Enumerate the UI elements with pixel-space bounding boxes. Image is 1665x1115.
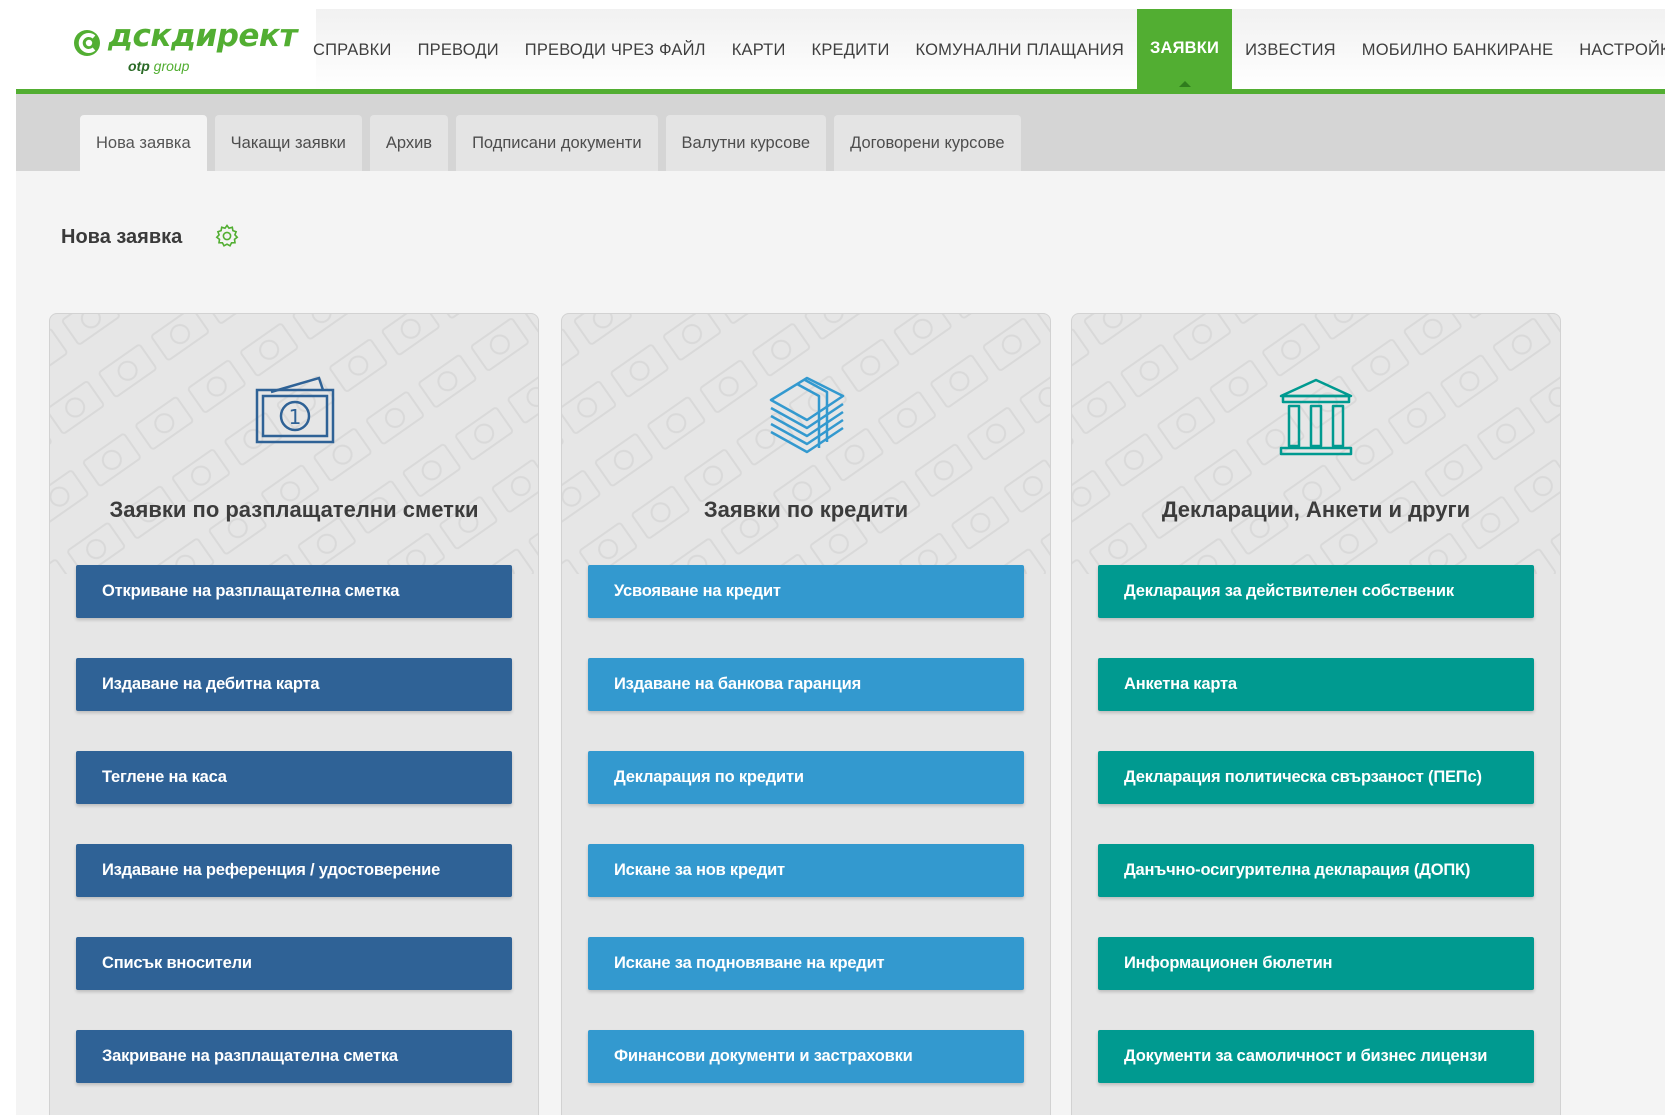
button-list: Откриване на разплащателна сметка Издава… bbox=[76, 565, 512, 1115]
nav-item-prevodi[interactable]: ПРЕВОДИ bbox=[405, 9, 512, 91]
nav-item-prevodi-file[interactable]: ПРЕВОДИ ЧРЕЗ ФАЙЛ bbox=[512, 9, 719, 91]
page-title: Нова заявка bbox=[61, 226, 183, 248]
logo-text: дскдирект bbox=[108, 18, 297, 54]
banknote-icon: 1 bbox=[255, 376, 335, 444]
gear-icon[interactable] bbox=[214, 223, 240, 249]
card-title: Декларации, Анкети и други bbox=[1161, 497, 1471, 522]
subtabs: Нова заявка Чакащи заявки Архив Подписан… bbox=[80, 115, 1021, 171]
tab-pending-requests[interactable]: Чакащи заявки bbox=[214, 115, 362, 171]
close-account-button[interactable]: Закриване на разплащателна сметка bbox=[76, 1030, 512, 1083]
financial-documents-button[interactable]: Финансови документи и застраховки bbox=[588, 1030, 1024, 1083]
issue-reference-button[interactable]: Издаване на референция / удостоверение bbox=[76, 844, 512, 897]
logo-subtext: otp group bbox=[128, 58, 190, 74]
tab-currency-rates[interactable]: Валутни курсове bbox=[665, 115, 827, 171]
svg-text:1: 1 bbox=[289, 405, 302, 429]
information-bulletin-button[interactable]: Информационен бюлетин bbox=[1098, 937, 1534, 990]
cash-withdrawal-button[interactable]: Теглене на каса bbox=[76, 751, 512, 804]
nav-item-spravki[interactable]: СПРАВКИ bbox=[300, 9, 405, 91]
nav-item-zayavki[interactable]: ЗАЯВКИ bbox=[1136, 9, 1233, 91]
credit-declaration-button[interactable]: Декларация по кредити bbox=[588, 751, 1024, 804]
beneficial-owner-declaration-button[interactable]: Декларация за действителен собственик bbox=[1098, 565, 1534, 618]
money-stack-icon bbox=[769, 376, 845, 454]
nav-item-karti[interactable]: КАРТИ bbox=[719, 9, 799, 91]
credit-renewal-button[interactable]: Искане за подновяване на кредит bbox=[588, 937, 1024, 990]
nav-item-nastroyki[interactable]: НАСТРОЙКИ bbox=[1566, 9, 1665, 91]
nav-item-mobilno[interactable]: МОБИЛНО БАНКИРАНЕ bbox=[1349, 9, 1567, 91]
nav-item-komunalni[interactable]: КОМУНАЛНИ ПЛАЩАНИЯ bbox=[903, 9, 1137, 91]
button-list: Усвояване на кредит Издаване на банкова … bbox=[588, 565, 1024, 1115]
button-list: Декларация за действителен собственик Ан… bbox=[1098, 565, 1534, 1115]
credit-drawdown-button[interactable]: Усвояване на кредит bbox=[588, 565, 1024, 618]
dsk-direct-logo[interactable]: дскдирект otp group bbox=[72, 18, 297, 78]
nav-item-krediti[interactable]: КРЕДИТИ bbox=[799, 9, 903, 91]
card-title: Заявки по кредити bbox=[703, 497, 909, 522]
tab-negotiated-rates[interactable]: Договорени курсове bbox=[834, 115, 1021, 171]
pep-declaration-button[interactable]: Декларация политическа свързаност (ПЕПс) bbox=[1098, 751, 1534, 804]
identity-documents-button[interactable]: Документи за самоличност и бизнес лиценз… bbox=[1098, 1030, 1534, 1083]
issue-debit-card-button[interactable]: Издаване на дебитна карта bbox=[76, 658, 512, 711]
nav-item-izvestiya[interactable]: ИЗВЕСТИЯ bbox=[1232, 9, 1349, 91]
tab-archive[interactable]: Архив bbox=[369, 115, 449, 171]
bank-building-icon bbox=[1279, 378, 1353, 456]
open-account-button[interactable]: Откриване на разплащателна сметка bbox=[76, 565, 512, 618]
card-payment-accounts: 1 Заявки по разплащателни сметки Открива… bbox=[49, 313, 539, 1115]
card-declarations: Декларации, Анкети и други Декларация за… bbox=[1071, 313, 1561, 1115]
new-credit-request-button[interactable]: Искане за нов кредит bbox=[588, 844, 1024, 897]
depositors-list-button[interactable]: Списък вносители bbox=[76, 937, 512, 990]
card-title: Заявки по разплащателни сметки bbox=[109, 497, 479, 522]
card-credits: Заявки по кредити Усвояване на кредит Из… bbox=[561, 313, 1051, 1115]
tax-declaration-button[interactable]: Данъчно-осигурителна декларация (ДОПК) bbox=[1098, 844, 1534, 897]
survey-card-button[interactable]: Анкетна карта bbox=[1098, 658, 1534, 711]
logo-mark-icon bbox=[74, 30, 100, 56]
bank-guarantee-button[interactable]: Издаване на банкова гаранция bbox=[588, 658, 1024, 711]
tab-new-request[interactable]: Нова заявка bbox=[80, 115, 207, 171]
main-nav: СПРАВКИ ПРЕВОДИ ПРЕВОДИ ЧРЕЗ ФАЙЛ КАРТИ … bbox=[300, 9, 1665, 91]
tab-signed-documents[interactable]: Подписани документи bbox=[456, 115, 658, 171]
